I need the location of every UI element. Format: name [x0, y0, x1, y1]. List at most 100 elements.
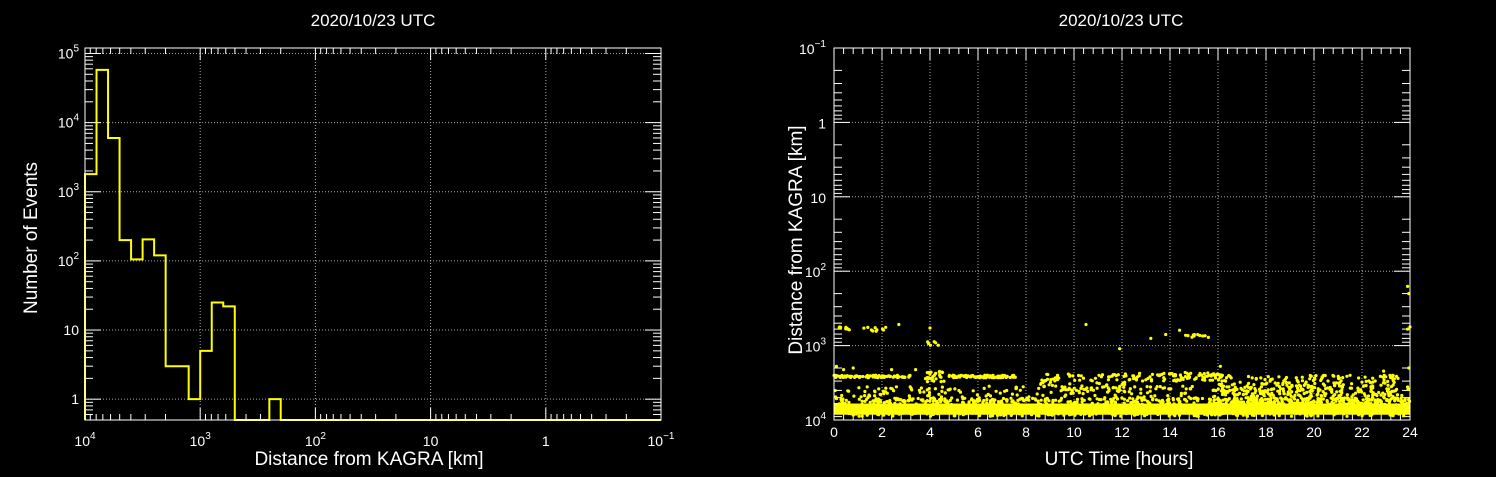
scatter-point: [1136, 412, 1140, 416]
scatter-point: [1287, 403, 1291, 407]
scatter-point: [1269, 396, 1273, 400]
scatter-point: [914, 406, 919, 411]
scatter-point: [1081, 376, 1086, 380]
scatter-point: [908, 373, 912, 377]
scatter-point: [928, 414, 933, 418]
scatter-point: [1306, 385, 1310, 389]
scatter-point: [934, 377, 938, 381]
histogram-y-tick-label: 103: [58, 182, 80, 200]
scatter-point: [871, 399, 875, 403]
scatter-point: [1248, 401, 1252, 405]
scatter-outlier-point: [842, 368, 846, 372]
scatter-point: [1313, 381, 1317, 386]
scatter-point: [953, 387, 957, 391]
scatter-point: [1356, 386, 1360, 390]
scatter-point: [849, 405, 853, 409]
scatter-point: [1187, 395, 1191, 399]
scatter-point: [1272, 396, 1276, 400]
scatter-point: [998, 391, 1002, 395]
scatter-point: [1067, 387, 1071, 391]
scatter-point: [905, 408, 910, 412]
scatter-point: [936, 406, 941, 411]
scatter-point: [1305, 408, 1309, 412]
histogram-y-axis-label: Number of Events: [21, 162, 42, 314]
scatter-point: [1122, 401, 1126, 405]
scatter-point: [1383, 381, 1387, 385]
scatter-point: [847, 389, 851, 393]
scatter-point: [868, 400, 872, 404]
scatter-point: [1011, 375, 1015, 379]
scatter-point: [1195, 405, 1199, 409]
scatter-point: [900, 406, 905, 410]
scatter-point: [1100, 373, 1105, 377]
scatter-point: [1287, 410, 1291, 414]
scatter-outlier-point: [897, 322, 901, 327]
scatter-point: [1136, 400, 1140, 404]
scatter-point: [1105, 383, 1109, 387]
figure: 2020/10/23 UTC Distance from KAGRA [km] …: [0, 0, 1496, 472]
scatter-point: [877, 413, 881, 417]
scatter-point: [1157, 374, 1161, 378]
scatter-point: [1319, 401, 1323, 405]
scatter-point: [1320, 397, 1324, 401]
scatter-point: [901, 411, 905, 415]
scatter-point: [1218, 412, 1222, 417]
scatter-point: [925, 380, 930, 384]
scatter-point: [1348, 386, 1352, 390]
scatter-point: [1345, 402, 1349, 406]
scatter-point: [1145, 412, 1149, 417]
scatter-point: [1189, 371, 1193, 375]
scatter-point: [1296, 398, 1300, 402]
scatter-point: [844, 407, 848, 411]
scatter-point: [974, 375, 978, 379]
scatter-point: [1081, 406, 1086, 411]
scatter-point: [968, 375, 972, 379]
scatter-point: [891, 414, 895, 418]
scatter-y-tick-label: 10−1: [799, 39, 826, 57]
scatter-point: [1278, 392, 1282, 396]
scatter-point: [1149, 378, 1154, 382]
scatter-point: [919, 409, 923, 413]
scatter-point: [1149, 394, 1153, 398]
scatter-point: [981, 375, 985, 379]
scatter-point: [972, 404, 977, 408]
scatter-point: [863, 394, 867, 398]
scatter-point: [1233, 387, 1237, 391]
scatter-point: [1107, 389, 1111, 393]
histogram-y-tick-label: 105: [58, 43, 80, 61]
scatter-point: [1372, 392, 1376, 396]
scatter-point: [969, 408, 974, 412]
scatter-point: [1333, 393, 1337, 397]
scatter-point: [1050, 408, 1054, 412]
scatter-point: [1114, 412, 1118, 416]
scatter-point: [1297, 393, 1301, 397]
scatter-point: [932, 407, 936, 411]
scatter-point: [1191, 410, 1195, 414]
scatter-point: [1018, 388, 1022, 392]
scatter-point: [1232, 397, 1236, 402]
scatter-point: [1027, 395, 1031, 399]
scatter-point: [892, 374, 896, 378]
scatter-point: [1308, 401, 1313, 405]
scatter-point: [867, 393, 871, 397]
scatter-point: [958, 412, 962, 416]
scatter-point: [1263, 401, 1267, 405]
scatter-point: [1406, 387, 1410, 391]
scatter-point: [1391, 411, 1395, 415]
histogram-x-tick-label: 102: [305, 431, 327, 449]
scatter-point: [1205, 413, 1209, 417]
histogram-x-tick-label: 103: [190, 431, 212, 449]
scatter-point: [1093, 393, 1097, 398]
scatter-point: [1259, 399, 1263, 403]
scatter-point: [1327, 402, 1331, 406]
scatter-point: [1282, 392, 1286, 396]
scatter-point: [1379, 383, 1383, 387]
scatter-point: [1305, 390, 1309, 394]
scatter-point: [862, 326, 866, 330]
scatter-point: [882, 374, 887, 378]
scatter-point: [1114, 404, 1118, 408]
histogram-bar: [120, 240, 132, 420]
scatter-point: [1401, 400, 1405, 404]
scatter-point: [1148, 403, 1152, 407]
scatter-point: [1341, 376, 1345, 380]
